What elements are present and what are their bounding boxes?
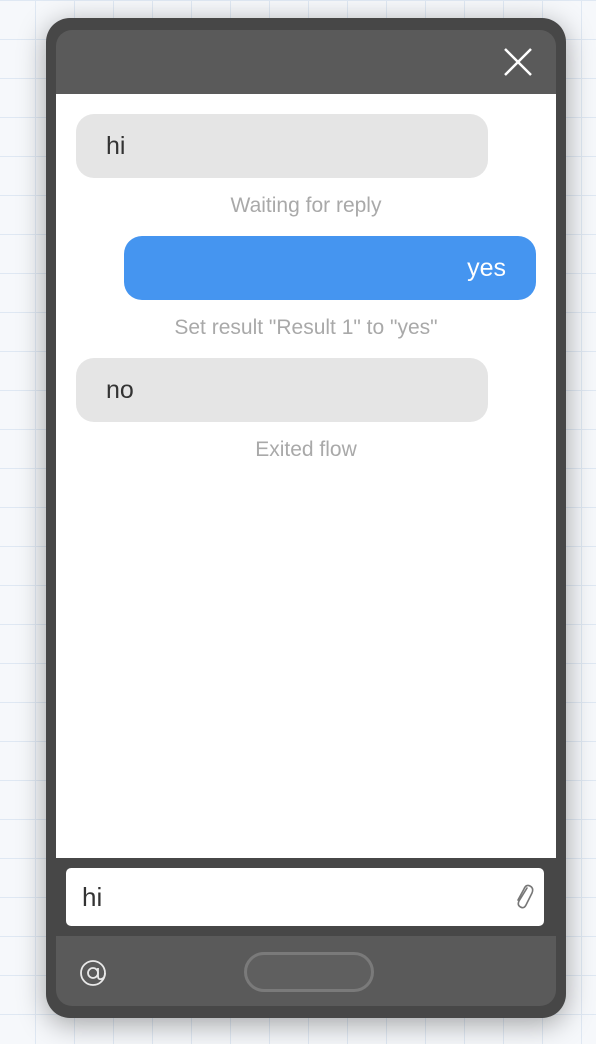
message-text: no xyxy=(106,375,134,404)
top-bar xyxy=(56,30,556,94)
outgoing-message-bubble: yes xyxy=(124,236,536,300)
paperclip-icon xyxy=(517,884,534,909)
close-button[interactable] xyxy=(500,44,536,80)
message-text: hi xyxy=(106,131,126,160)
close-icon xyxy=(504,48,532,76)
message-status: Exited flow xyxy=(255,438,357,461)
mention-button[interactable] xyxy=(76,956,110,990)
bottom-bar xyxy=(56,936,556,1006)
at-sign-icon xyxy=(80,960,106,986)
attach-button[interactable] xyxy=(512,880,536,912)
incoming-message-bubble: no xyxy=(76,358,488,422)
message-input[interactable] xyxy=(82,881,504,913)
message-composer xyxy=(66,868,544,926)
home-button[interactable] xyxy=(244,952,374,992)
message-text: yes xyxy=(467,253,506,282)
chat-screen: hi Waiting for reply yes Set result "Res… xyxy=(56,94,556,858)
phone-frame: hi Waiting for reply yes Set result "Res… xyxy=(46,18,566,1018)
message-status: Set result "Result 1" to "yes" xyxy=(174,316,438,339)
message-status: Waiting for reply xyxy=(230,194,382,217)
incoming-message-bubble: hi xyxy=(76,114,488,178)
